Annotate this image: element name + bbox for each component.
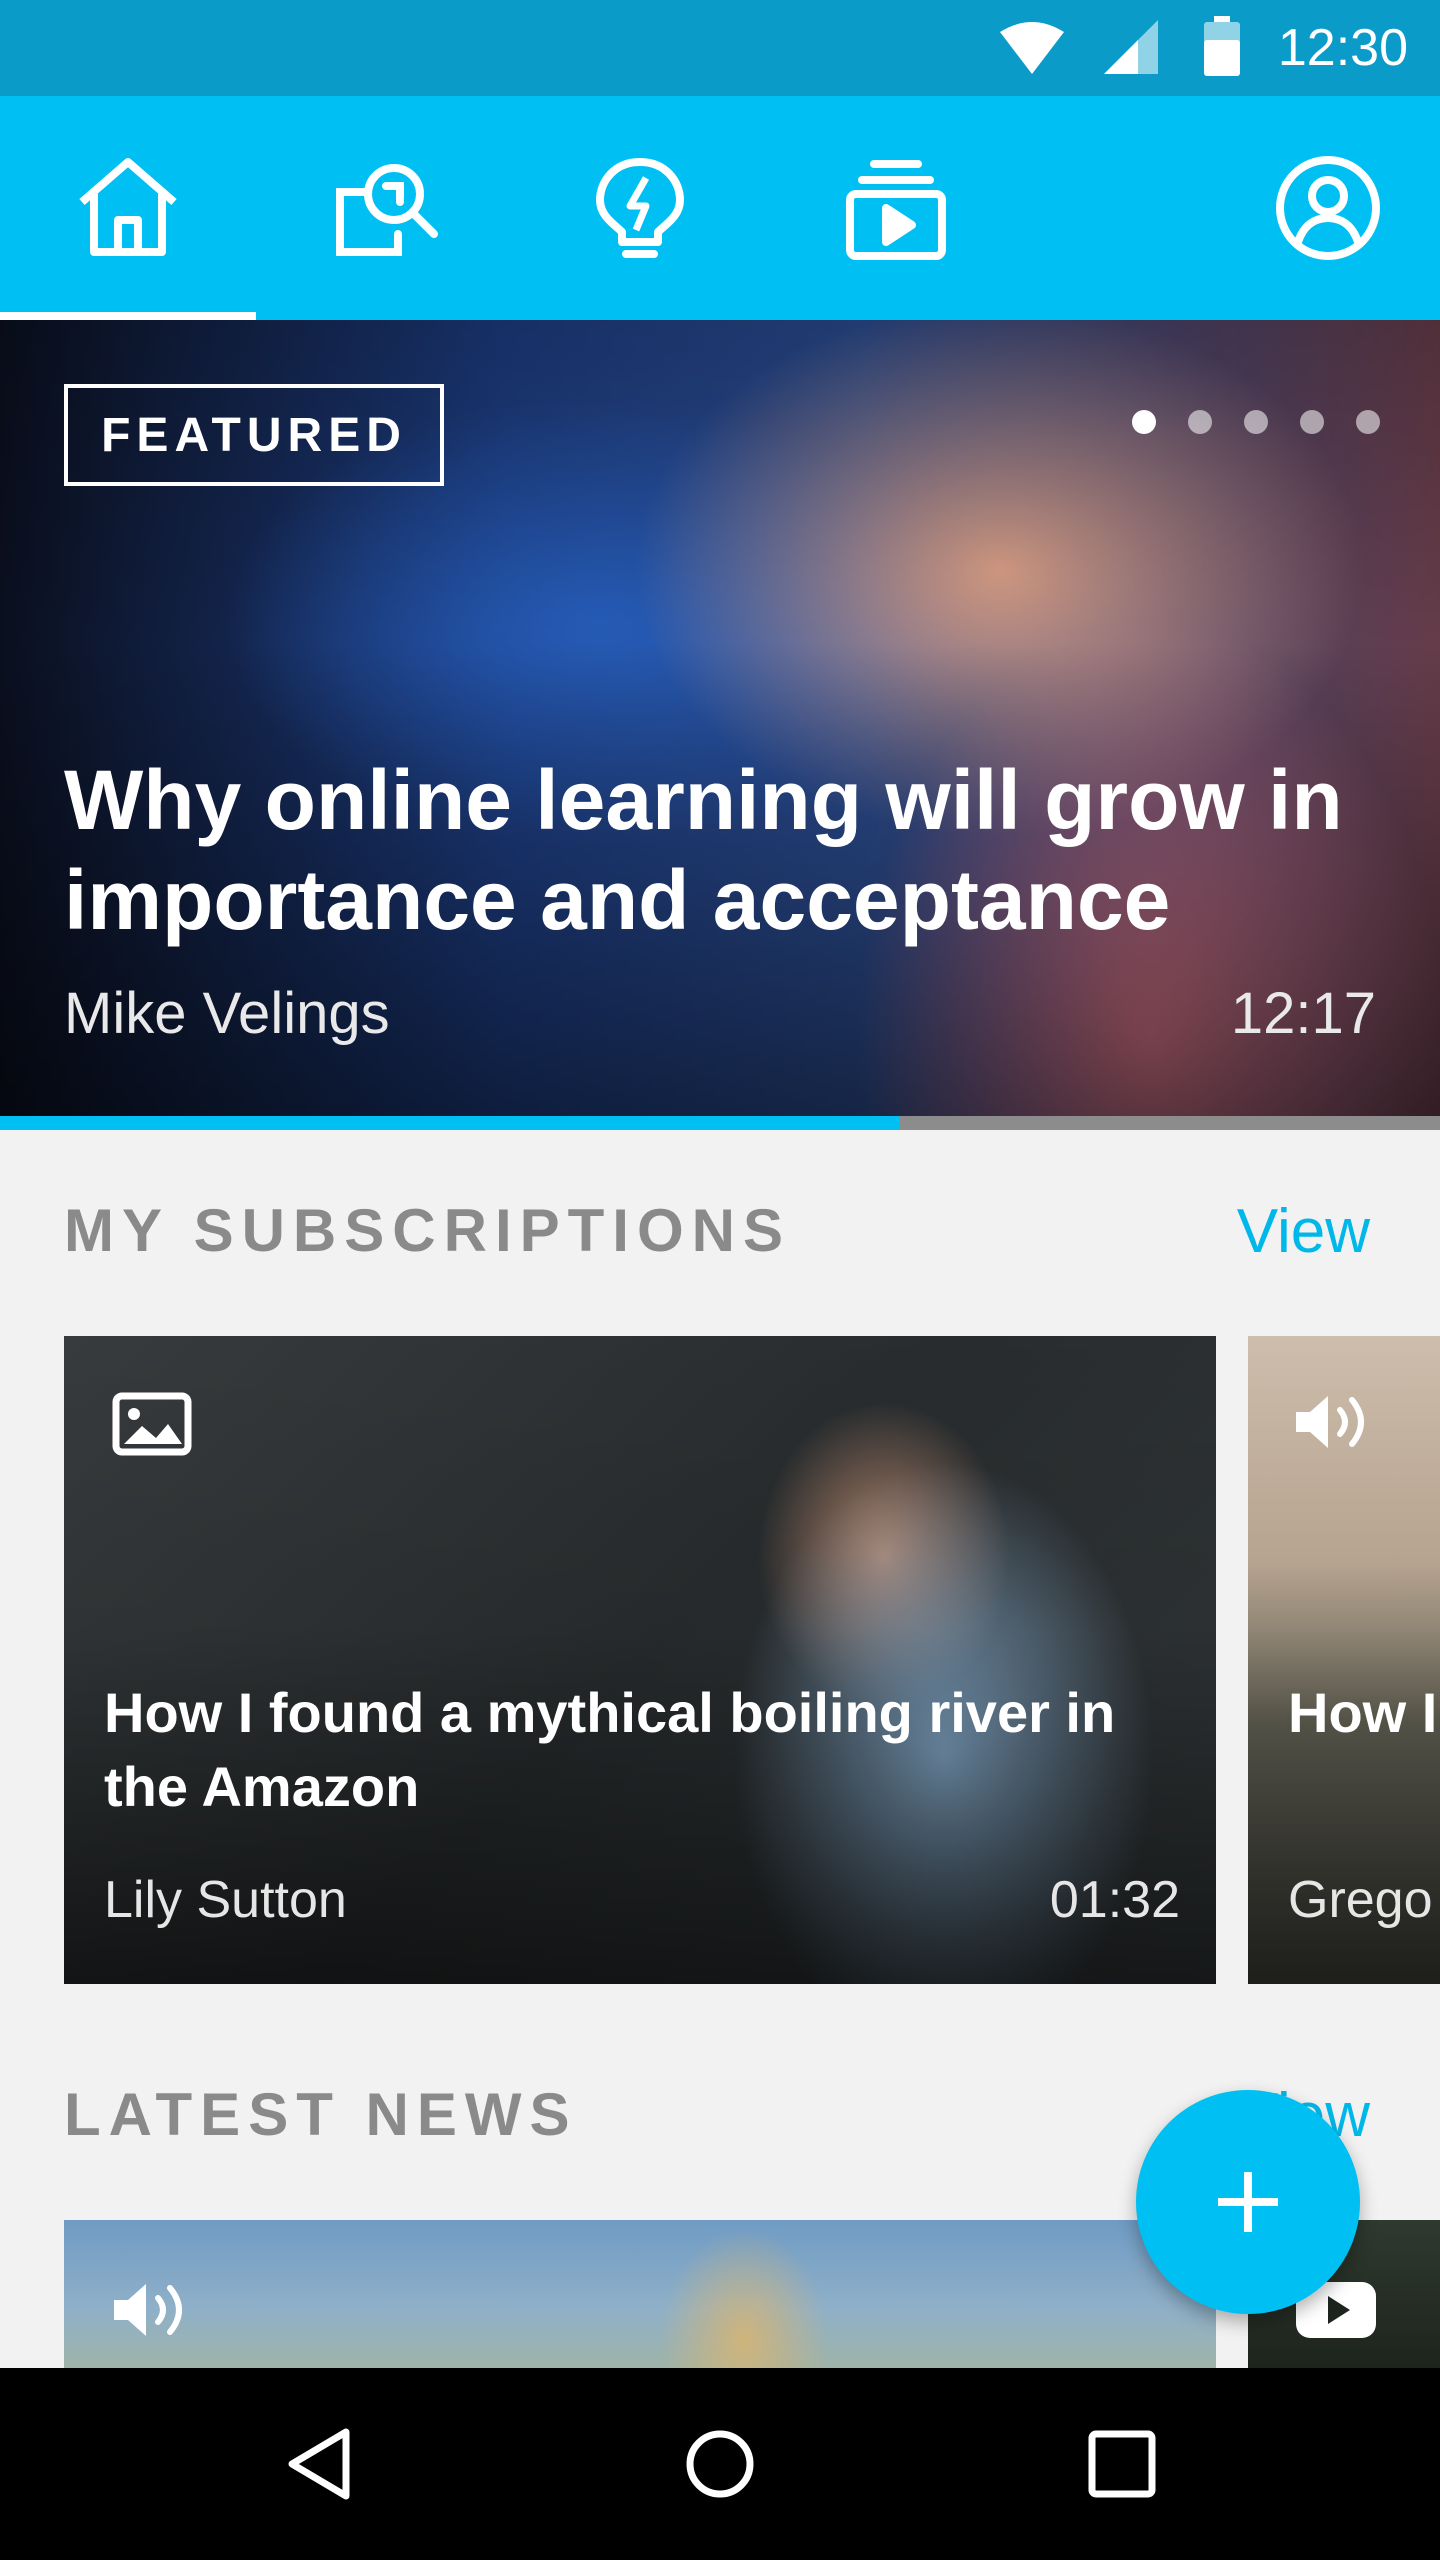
carousel-dot[interactable] <box>1244 410 1268 434</box>
subscription-card[interactable]: How I ancie Grego <box>1248 1336 1440 1984</box>
featured-badge: FEATURED <box>64 384 444 486</box>
subscriptions-title: MY SUBSCRIPTIONS <box>64 1197 791 1264</box>
nav-search[interactable] <box>320 144 448 272</box>
card-duration: 01:32 <box>1049 1871 1180 1929</box>
latest-news-title: LATEST NEWS <box>64 2081 578 2148</box>
add-fab-button[interactable] <box>1136 2090 1360 2314</box>
cell-signal-icon <box>1104 20 1158 74</box>
featured-banner[interactable]: FEATURED Why online learning will grow i… <box>0 320 1440 1130</box>
status-time: 12:30 <box>1277 19 1408 77</box>
card-title: How I ancie <box>1288 1681 1440 1744</box>
recents-button[interactable] <box>1074 2416 1170 2512</box>
system-nav-bar <box>0 2368 1440 2560</box>
recents-icon <box>1088 2430 1156 2498</box>
image-icon <box>112 1392 192 1456</box>
subscription-card[interactable]: How I found a mythical boiling river in … <box>64 1336 1216 1984</box>
nav-library[interactable] <box>832 144 960 272</box>
carousel-dot[interactable] <box>1300 410 1324 434</box>
battery-icon <box>1204 16 1240 76</box>
carousel-dot[interactable] <box>1188 410 1212 434</box>
home-circle-icon <box>686 2430 754 2498</box>
home-button[interactable] <box>672 2416 768 2512</box>
featured-duration: 12:17 <box>1230 981 1376 1046</box>
nav-active-indicator <box>0 312 256 320</box>
search-icon <box>336 164 438 256</box>
featured-progress-bar <box>0 1116 1440 1130</box>
plus-icon <box>1218 2172 1278 2232</box>
back-button[interactable] <box>272 2416 368 2512</box>
library-icon <box>846 160 946 260</box>
audio-icon <box>114 2284 182 2336</box>
card-title: How I found a mythical boiling river in … <box>104 1681 1116 1818</box>
card-author: Grego <box>1288 1871 1433 1929</box>
back-icon <box>288 2428 350 2500</box>
card-author: Lily Sutton <box>104 1871 347 1929</box>
carousel-dot[interactable] <box>1132 410 1156 434</box>
news-card[interactable] <box>64 2220 1216 2368</box>
lightbulb-icon <box>596 158 684 258</box>
wifi-icon <box>1000 22 1064 74</box>
status-bar: 12:30 <box>0 0 1440 96</box>
carousel-dots <box>1132 410 1380 434</box>
audio-icon <box>1296 1396 1364 1448</box>
featured-title: Why online learning will grow in importa… <box>64 753 1343 947</box>
profile-icon <box>1276 156 1380 260</box>
featured-progress-fill <box>0 1116 900 1130</box>
carousel-dot[interactable] <box>1356 410 1380 434</box>
top-nav <box>0 96 1440 320</box>
nav-home[interactable] <box>64 144 192 272</box>
featured-author: Mike Velings <box>64 981 390 1046</box>
nav-profile[interactable] <box>1264 144 1392 272</box>
home-icon <box>79 158 177 256</box>
nav-ideas[interactable] <box>576 144 704 272</box>
subscriptions-view-link[interactable]: View <box>1237 1196 1370 1267</box>
